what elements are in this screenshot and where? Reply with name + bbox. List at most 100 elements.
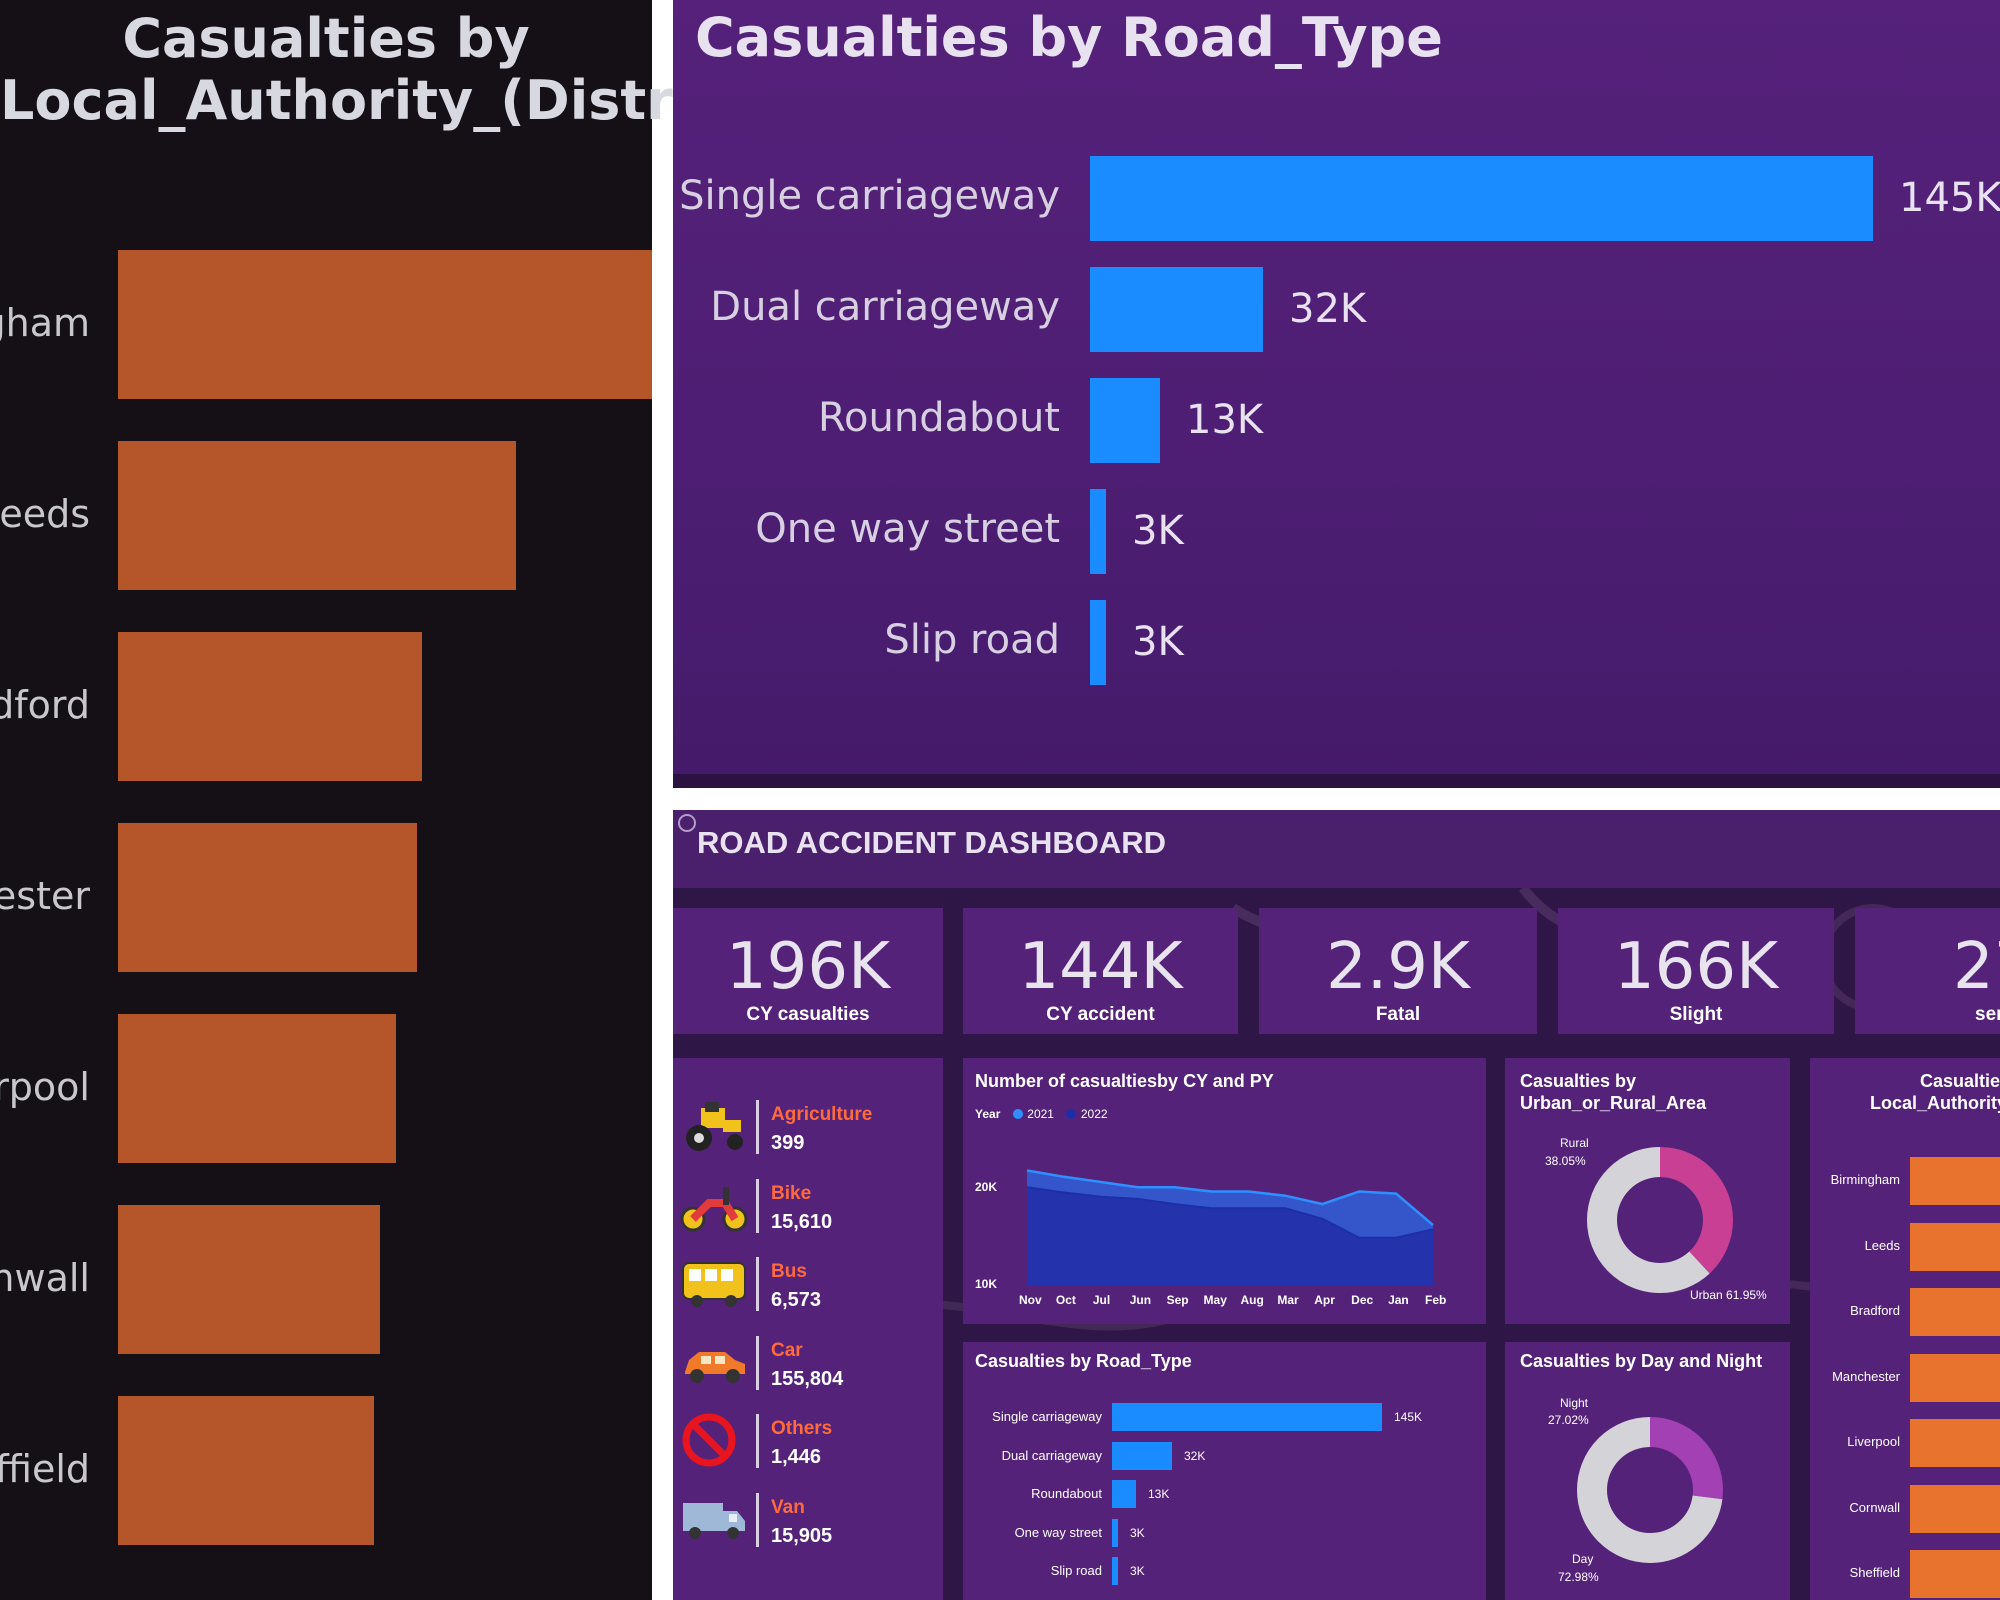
vehicle-value: 15,905 <box>771 1524 833 1547</box>
local-authority-panel <box>0 0 652 1600</box>
road-type-small-bar[interactable] <box>1112 1480 1136 1508</box>
legend-2021-label: 2021 <box>1027 1107 1054 1121</box>
vehicle-separator <box>756 1257 759 1311</box>
road-type-small-label: Dual carriageway <box>1001 1447 1102 1463</box>
road-type-title: Casualties by Road_Type <box>695 6 1443 69</box>
road-type-small-value: 32K <box>1184 1448 1206 1463</box>
local-authority-bar[interactable] <box>118 1396 374 1545</box>
back-icon[interactable] <box>678 814 696 832</box>
local-small-bar[interactable] <box>1910 1222 2000 1271</box>
road-type-bar[interactable] <box>1090 267 1263 352</box>
dashboard-title: ROAD ACCIDENT DASHBOARD <box>697 825 1167 860</box>
vehicle-value: 399 <box>771 1132 805 1154</box>
local-authority-bar[interactable] <box>118 823 417 972</box>
x-tick-label: May <box>1203 1293 1227 1307</box>
kpi-label: ser <box>1975 1004 2000 1025</box>
road-type-small-label: Single carriageway <box>992 1409 1102 1424</box>
kpi-value: 196K <box>725 930 891 1004</box>
local-authority-bar[interactable] <box>118 1014 396 1163</box>
local-small-bar[interactable] <box>1910 1157 2000 1205</box>
local-authority-label: hester <box>0 873 90 918</box>
road-type-value-label: 3K <box>1132 507 1184 554</box>
local-authority-label: gham <box>0 300 90 345</box>
no-entry-icon-graphic <box>682 1413 736 1467</box>
local-small-label: Manchester <box>1832 1368 1900 1384</box>
local-authority-bar[interactable] <box>118 250 652 399</box>
bus-icon <box>679 1255 749 1311</box>
vehicle-separator <box>756 1100 759 1154</box>
local-authority-label: rpool <box>0 1064 90 1109</box>
bus-icon-graphic <box>682 1262 746 1307</box>
urban-rural-title-line1: Casualties by <box>1520 1071 1637 1091</box>
road-type-bar[interactable] <box>1090 489 1106 574</box>
road-type-value-label: 13K <box>1186 396 1264 443</box>
x-tick-label: Feb <box>1425 1293 1447 1307</box>
local-small-label: Bradford <box>1850 1303 1900 1318</box>
local-small-label: Leeds <box>1864 1237 1900 1253</box>
night-label: Night <box>1560 1396 1589 1410</box>
vehicle-name: Van <box>771 1496 805 1518</box>
legend-2022-label: 2022 <box>1080 1107 1108 1121</box>
motorbike-icon <box>679 1177 749 1233</box>
urban-rural-title-line2: Urban_or_Rural_Area <box>1520 1093 1707 1113</box>
legend-title: Year <box>975 1107 1001 1121</box>
local-authority-bar[interactable] <box>118 632 422 781</box>
road-type-bar[interactable] <box>1090 156 1873 241</box>
road-type-bar[interactable] <box>1090 600 1106 685</box>
kpi-label: CY accident <box>1046 1004 1155 1025</box>
vehicle-value: 155,804 <box>771 1367 844 1390</box>
kpi-label: CY casualties <box>746 1004 870 1025</box>
kpi-value: 2.9K <box>1326 930 1470 1004</box>
local-small-bar[interactable] <box>1910 1484 2000 1533</box>
road-type-small-bar[interactable] <box>1112 1557 1118 1585</box>
kpi-value: 166K <box>1613 930 1779 1004</box>
tractor-icon <box>679 1098 749 1154</box>
local-authority-title-line1: Casualties by <box>122 7 530 70</box>
vehicle-name: Agriculture <box>771 1104 873 1125</box>
legend-2022-marker <box>1066 1108 1077 1119</box>
day-night-donut <box>1577 1417 1723 1563</box>
local-authority-label: dford <box>0 682 90 727</box>
local-small-bar[interactable] <box>1910 1419 2000 1467</box>
vehicle-separator <box>756 1492 759 1547</box>
kpi-value: 27 <box>1953 930 2000 1004</box>
van-icon-graphic <box>683 1502 745 1539</box>
road-type-small-card[interactable] <box>963 1342 1486 1600</box>
night-percent: 27.02% <box>1548 1413 1589 1427</box>
urban-label: Urban 61.95% <box>1690 1288 1767 1302</box>
road-type-small-label: Roundabout <box>1031 1486 1102 1501</box>
local-small-label: Liverpool <box>1847 1434 1900 1449</box>
road-type-small-value: 13K <box>1148 1487 1170 1501</box>
panel-bottom-border <box>673 774 2000 788</box>
local-small-bar[interactable] <box>1910 1550 2000 1598</box>
vehicle-value: 6,573 <box>771 1289 822 1311</box>
x-tick-label: Sep <box>1166 1293 1189 1307</box>
vehicle-separator <box>756 1414 759 1468</box>
x-tick-label: Jan <box>1388 1293 1409 1307</box>
road-type-label: Single carriageway <box>679 172 1060 219</box>
vehicle-name: Bike <box>771 1182 812 1204</box>
road-type-small-bar[interactable] <box>1112 1403 1382 1431</box>
road-type-small-value: 3K <box>1130 1564 1145 1578</box>
y-tick-20k: 20K <box>975 1180 998 1194</box>
local-authority-bar[interactable] <box>118 441 516 590</box>
road-type-bar[interactable] <box>1090 378 1160 463</box>
local-authority-bar[interactable] <box>118 1205 380 1354</box>
local-authority-label: Leeds <box>0 491 90 536</box>
local-small-bar[interactable] <box>1910 1288 2000 1336</box>
local-authority-label: ffield <box>0 1446 90 1491</box>
vehicle-name: Car <box>771 1339 803 1361</box>
road-type-label: Roundabout <box>818 394 1060 441</box>
local-small-title-line1: Casualtie <box>1920 1071 2000 1091</box>
road-type-small-bar[interactable] <box>1112 1518 1118 1547</box>
road-type-small-label: One way street <box>1014 1524 1102 1540</box>
local-small-bar[interactable] <box>1910 1353 2000 1402</box>
urban-rural-donut <box>1587 1147 1733 1293</box>
vehicle-value: 15,610 <box>771 1210 833 1233</box>
car-icon-graphic <box>685 1351 745 1383</box>
rural-percent: 38.05% <box>1545 1154 1586 1168</box>
road-type-small-bar[interactable] <box>1112 1441 1172 1470</box>
kpi-label: Fatal <box>1375 1004 1421 1025</box>
x-tick-label: Oct <box>1055 1293 1076 1307</box>
no-entry-icon <box>679 1412 749 1468</box>
